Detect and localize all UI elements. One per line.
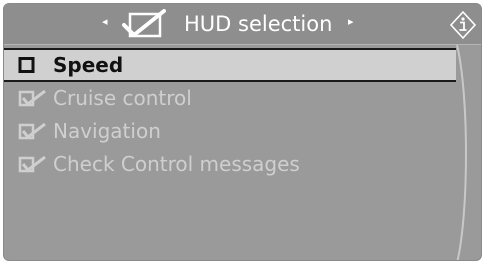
nav-left-arrow-icon[interactable]: ◂ xyxy=(102,15,108,28)
hud-option-list: Speed Cruise control Navigation Check Co… xyxy=(4,48,456,181)
checkmark-box-icon xyxy=(122,9,166,38)
checked-checkbox-icon xyxy=(18,156,46,173)
checked-checkbox-icon xyxy=(18,90,46,107)
header-divider xyxy=(4,44,481,45)
unchecked-checkbox-icon xyxy=(18,57,35,73)
header-bar: ◂ HUD selection ▸ xyxy=(4,4,481,44)
page-title: HUD selection xyxy=(184,12,333,36)
option-label-check-control-messages: Check Control messages xyxy=(53,152,300,176)
option-label-cruise-control: Cruise control xyxy=(53,86,192,110)
hud-option-check-control-messages[interactable]: Check Control messages xyxy=(4,148,456,181)
nav-right-arrow-icon[interactable]: ▸ xyxy=(348,15,354,28)
info-icon[interactable] xyxy=(448,10,478,40)
right-rail-decoration xyxy=(456,45,467,260)
checked-checkbox-icon xyxy=(18,123,46,140)
hud-selection-screen: ◂ HUD selection ▸ Speed Cruise control N… xyxy=(3,3,482,261)
hud-option-cruise-control[interactable]: Cruise control xyxy=(4,82,456,115)
hud-option-navigation[interactable]: Navigation xyxy=(4,115,456,148)
option-label-speed: Speed xyxy=(53,53,124,77)
hud-option-speed[interactable]: Speed xyxy=(4,48,456,82)
option-label-navigation: Navigation xyxy=(53,119,161,143)
